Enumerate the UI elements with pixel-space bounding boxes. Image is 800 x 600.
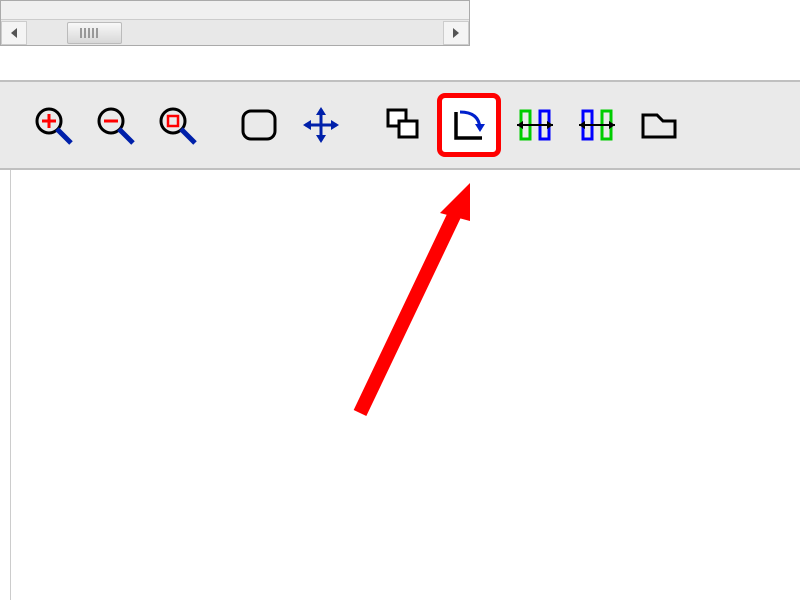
view-bounds-button[interactable] — [231, 97, 287, 153]
rotate-icon — [446, 102, 492, 148]
zoom-fit-icon — [155, 103, 199, 147]
scroll-right-arrow[interactable] — [443, 21, 469, 45]
view-bounds-icon — [237, 103, 281, 147]
duplicate-icon — [381, 103, 425, 147]
horizontal-scrollbar[interactable] — [1, 19, 469, 45]
rotate-button[interactable] — [437, 93, 501, 157]
zoom-in-button[interactable] — [25, 97, 81, 153]
zoom-fit-button[interactable] — [149, 97, 205, 153]
duplicate-button[interactable] — [375, 97, 431, 153]
side-panel — [0, 0, 470, 46]
scroll-thumb[interactable] — [67, 22, 122, 44]
mirror-vertical-icon — [575, 103, 619, 147]
pan-button[interactable] — [293, 97, 349, 153]
zoom-out-button[interactable] — [87, 97, 143, 153]
pan-icon — [299, 103, 343, 147]
main-toolbar — [0, 80, 800, 170]
mirror-vertical-button[interactable] — [569, 97, 625, 153]
folder-button[interactable] — [631, 97, 687, 153]
canvas-area[interactable] — [10, 170, 800, 600]
folder-icon — [637, 103, 681, 147]
mirror-horizontal-icon — [513, 103, 557, 147]
zoom-in-icon — [31, 103, 75, 147]
mirror-horizontal-button[interactable] — [507, 97, 563, 153]
scroll-left-arrow[interactable] — [1, 21, 27, 45]
zoom-out-icon — [93, 103, 137, 147]
